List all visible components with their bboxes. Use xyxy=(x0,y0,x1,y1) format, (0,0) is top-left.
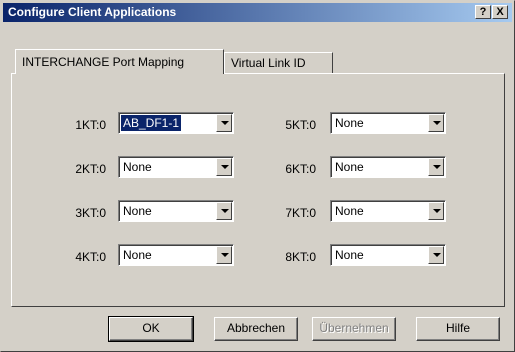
configure-client-applications-dialog: Configure Client Applications ? X INTERC… xyxy=(0,0,515,352)
port-7-label: 7KT:0 xyxy=(285,206,316,220)
help-button[interactable]: Hilfe xyxy=(416,317,500,341)
chevron-down-icon[interactable] xyxy=(216,114,232,132)
port-2-value: None xyxy=(123,160,152,174)
port-6-select[interactable]: None xyxy=(330,156,446,178)
tab-label: Virtual Link ID xyxy=(231,56,306,70)
help-icon[interactable]: ? xyxy=(475,5,491,19)
chevron-down-icon[interactable] xyxy=(428,158,444,176)
tab-virtual-link-id[interactable]: Virtual Link ID xyxy=(224,52,333,74)
ok-button[interactable]: OK xyxy=(108,316,194,342)
port-5-label: 5KT:0 xyxy=(285,118,316,132)
port-3-value: None xyxy=(123,204,152,218)
chevron-down-icon[interactable] xyxy=(216,202,232,220)
port-4-label: 4KT:0 xyxy=(75,250,106,264)
port-3-label: 3KT:0 xyxy=(75,206,106,220)
tab-interchange-port-mapping[interactable]: INTERCHANGE Port Mapping xyxy=(15,49,224,74)
title-bar[interactable]: Configure Client Applications ? X xyxy=(3,3,512,22)
tab-label: INTERCHANGE Port Mapping xyxy=(22,55,185,69)
chevron-down-icon[interactable] xyxy=(428,114,444,132)
port-4-select[interactable]: None xyxy=(118,244,234,266)
cancel-button[interactable]: Abbrechen xyxy=(214,317,298,341)
window-title: Configure Client Applications xyxy=(8,5,177,19)
port-7-select[interactable]: None xyxy=(330,200,446,222)
port-4-value: None xyxy=(123,248,152,262)
port-6-value: None xyxy=(335,160,364,174)
port-5-select[interactable]: None xyxy=(330,112,446,134)
port-1-label: 1KT:0 xyxy=(75,118,106,132)
port-mapping-panel: 1KT:0 AB_DF1-1 2KT:0 None 3KT:0 None 4KT… xyxy=(11,73,505,307)
port-2-select[interactable]: None xyxy=(118,156,234,178)
port-1-value: AB_DF1-1 xyxy=(119,114,183,132)
chevron-down-icon[interactable] xyxy=(428,246,444,264)
apply-button[interactable]: Übernehmen xyxy=(312,317,396,341)
chevron-down-icon[interactable] xyxy=(216,246,232,264)
port-8-value: None xyxy=(335,248,364,262)
port-8-label: 8KT:0 xyxy=(285,250,316,264)
close-icon[interactable]: X xyxy=(492,5,508,19)
port-8-select[interactable]: None xyxy=(330,244,446,266)
chevron-down-icon[interactable] xyxy=(216,158,232,176)
port-6-label: 6KT:0 xyxy=(285,162,316,176)
port-7-value: None xyxy=(335,204,364,218)
port-3-select[interactable]: None xyxy=(118,200,234,222)
port-1-select[interactable]: AB_DF1-1 xyxy=(118,112,234,134)
chevron-down-icon[interactable] xyxy=(428,202,444,220)
port-2-label: 2KT:0 xyxy=(75,162,106,176)
port-5-value: None xyxy=(335,116,364,130)
